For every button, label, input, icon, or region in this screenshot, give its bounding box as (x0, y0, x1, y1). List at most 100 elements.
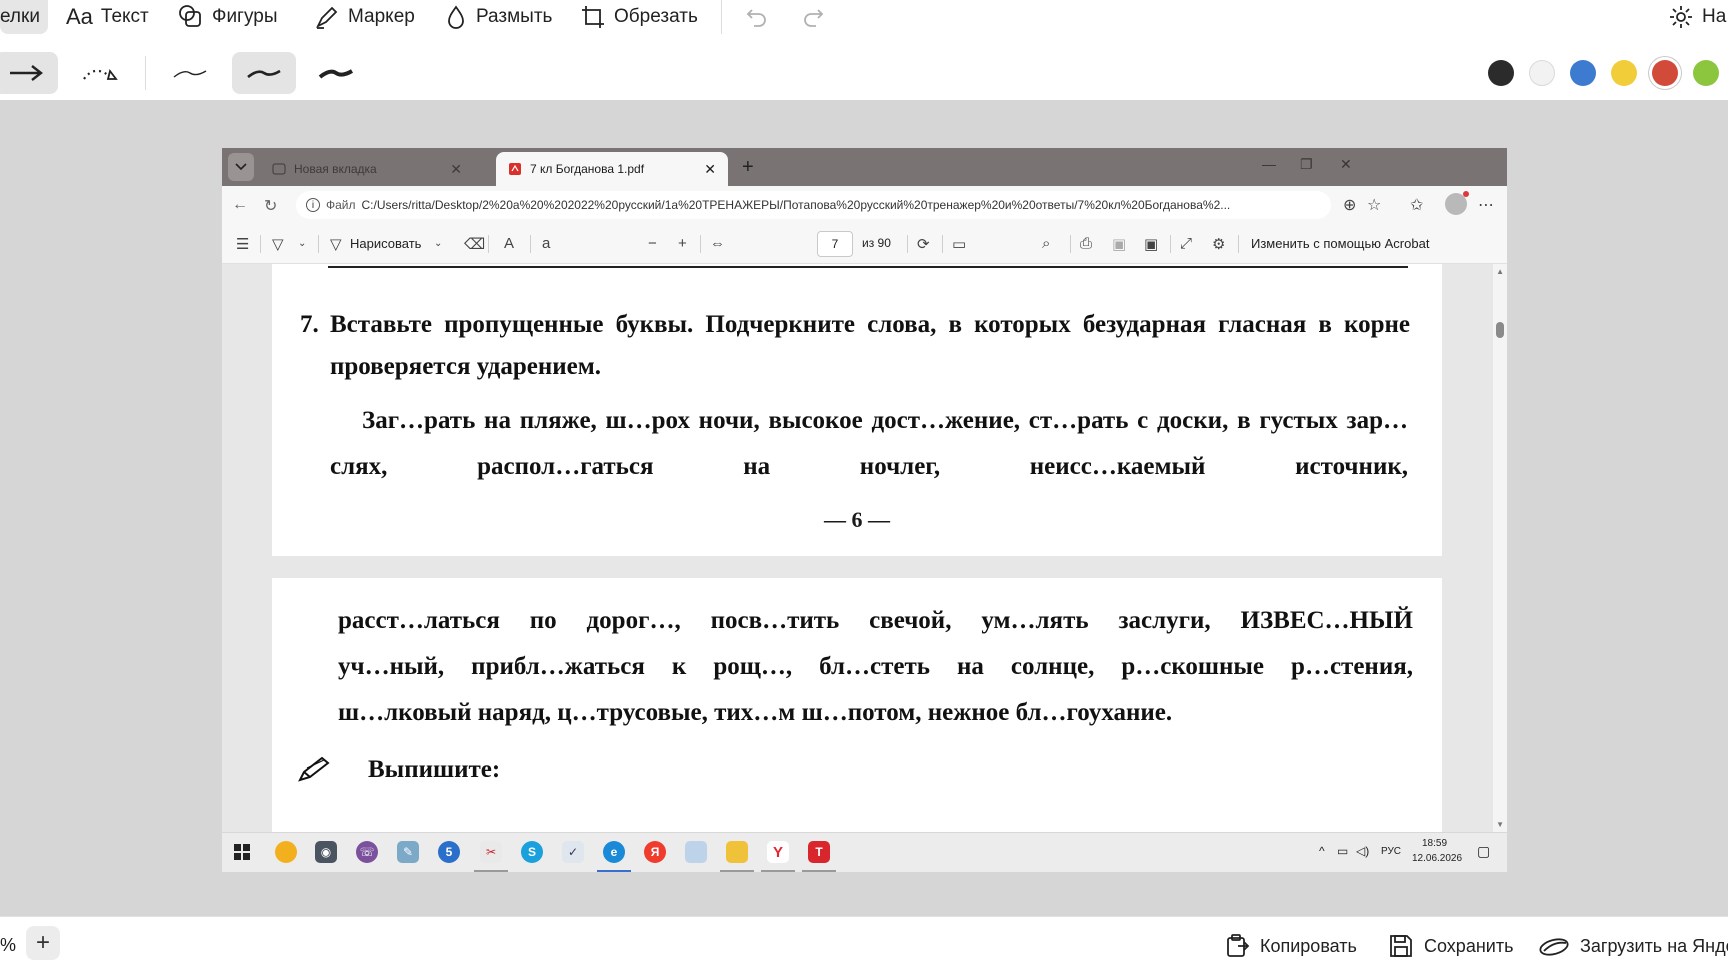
viber-icon[interactable]: ☏ (356, 841, 378, 863)
new-tab-page-icon (272, 163, 286, 175)
eraser-icon[interactable]: ⌫ (464, 235, 485, 253)
info-icon[interactable]: i (306, 198, 320, 212)
paint-icon[interactable]: ✎ (397, 841, 419, 863)
running-indicator (802, 870, 836, 872)
page-number-input[interactable]: 7 (817, 231, 853, 257)
save-as-icon[interactable]: ▣ (1144, 235, 1158, 253)
running-indicator (474, 870, 508, 872)
marker-tool-button[interactable]: Маркер (314, 0, 415, 34)
fullscreen-icon[interactable]: ⤢ (1180, 235, 1192, 252)
copy-button[interactable]: Копировать (1224, 929, 1357, 963)
search-icon[interactable]: ⌕ (1042, 235, 1050, 252)
zoom-in-icon[interactable]: + (678, 235, 687, 252)
print-icon[interactable]: ⎙ (1080, 235, 1092, 252)
color-black-swatch[interactable] (1488, 60, 1514, 86)
notifications-icon[interactable]: ▢ (1477, 843, 1490, 860)
thin-stroke-button[interactable] (158, 52, 222, 94)
battery-icon[interactable]: ▭ (1337, 844, 1348, 858)
shapes-tool-button[interactable]: Фигуры (178, 0, 278, 34)
minimize-button[interactable]: — (1262, 156, 1276, 172)
settings-button[interactable]: На (1668, 0, 1726, 34)
page-view-icon[interactable]: ▭ (952, 235, 966, 253)
window-close-button[interactable]: ✕ (1340, 156, 1352, 173)
volume-icon[interactable]: ◁) (1356, 844, 1369, 858)
contents-list-icon[interactable]: ☰ (236, 235, 249, 253)
scroll-up-icon[interactable]: ▲ (1496, 267, 1504, 276)
back-arrow-icon[interactable]: ← (232, 196, 248, 214)
chrome-icon[interactable] (275, 841, 297, 863)
dotted-arrow-style-button[interactable] (68, 52, 132, 94)
color-yellow-swatch[interactable] (1611, 60, 1637, 86)
chart-app-icon[interactable]: ✓ (562, 841, 584, 863)
windows-start-icon[interactable] (234, 844, 250, 860)
highlight-icon[interactable]: ▽ (272, 235, 284, 253)
read-aloud-icon[interactable]: A (504, 235, 514, 252)
yandex-browser-icon[interactable]: Y (767, 841, 789, 863)
edge-icon[interactable]: e (603, 841, 625, 863)
arrows-tool-label: елки (0, 6, 40, 27)
zoom-out-icon[interactable]: − (648, 235, 657, 252)
folder-icon[interactable] (726, 841, 748, 863)
arrow-style-button[interactable] (0, 52, 58, 94)
chevron-down-icon[interactable]: ⌄ (434, 238, 442, 249)
thick-stroke-icon (318, 69, 354, 79)
app-five-icon[interactable]: 5 (438, 841, 460, 863)
crop-tool-label: Обрезать (614, 6, 698, 27)
thick-stroke-button[interactable] (304, 52, 368, 94)
notepad-icon[interactable] (685, 841, 707, 863)
zoom-in-button[interactable]: + (26, 926, 60, 960)
gear-icon[interactable]: ⚙ (1212, 235, 1225, 253)
close-icon[interactable]: ✕ (704, 161, 716, 178)
text-tool-button[interactable]: Aa Текст (66, 0, 149, 34)
zoom-icon[interactable]: ⊕ (1343, 195, 1356, 215)
scroll-down-icon[interactable]: ▼ (1496, 820, 1504, 829)
tab-new-tab[interactable]: Новая вкладка ✕ (260, 152, 474, 186)
favorites-icon[interactable]: ✩ (1410, 195, 1423, 215)
save-button[interactable]: Сохранить (1388, 929, 1513, 963)
snipping-icon[interactable]: ✂ (480, 841, 502, 863)
new-tab-button[interactable]: + (742, 156, 754, 179)
color-blue-swatch[interactable] (1570, 60, 1596, 86)
close-icon[interactable]: ✕ (450, 161, 462, 178)
translate-icon[interactable]: a (542, 235, 550, 252)
fit-width-icon[interactable]: ⇔ (710, 235, 725, 252)
maximize-button[interactable]: ❐ (1300, 156, 1313, 173)
rotate-icon[interactable]: ⟳ (917, 235, 930, 253)
color-red-swatch[interactable] (1652, 60, 1678, 86)
write-out-label: Выпишите: (368, 756, 501, 783)
running-indicator (720, 870, 754, 872)
language-indicator[interactable]: РУС (1381, 846, 1401, 857)
save-icon[interactable]: ▣ (1112, 235, 1126, 253)
refresh-icon[interactable]: ↻ (264, 196, 277, 216)
pdf-page: 7. Вставьте пропущенные буквы. Подчеркни… (272, 264, 1442, 556)
tab-pdf[interactable]: 7 кл Богданова 1.pdf ✕ (496, 152, 728, 186)
medium-stroke-button[interactable] (232, 52, 296, 94)
crop-tool-button[interactable]: Обрезать (580, 0, 698, 34)
pdf-scrollbar[interactable]: ▲ ▼ (1493, 264, 1507, 832)
pdf-divider (1170, 235, 1171, 253)
upload-yandex-button[interactable]: Загрузить на Янде (1538, 929, 1728, 963)
chevron-down-icon[interactable]: ⌄ (298, 238, 306, 249)
blur-tool-button[interactable]: Размыть (444, 0, 552, 34)
url-field[interactable]: i Файл C:/Users/ritta/Desktop/2%20a%20%2… (296, 191, 1331, 219)
undo-button[interactable] (744, 0, 770, 34)
t-app-icon[interactable]: T (808, 841, 830, 863)
droplet-icon (448, 5, 464, 29)
pdf-divider (700, 235, 701, 253)
acrobat-button[interactable]: Изменить с помощью Acrobat (1251, 236, 1429, 251)
draw-label[interactable]: Нарисовать (350, 236, 421, 251)
skype-icon[interactable]: S (521, 841, 543, 863)
color-green-swatch[interactable] (1693, 60, 1719, 86)
more-menu-icon[interactable]: ⋯ (1478, 195, 1494, 215)
redo-button[interactable] (800, 0, 826, 34)
tray-chevron-icon[interactable]: ^ (1319, 844, 1325, 858)
avatar[interactable] (1445, 191, 1469, 215)
yandex-icon[interactable]: Я (644, 841, 666, 863)
arrows-tool-button[interactable]: елки (0, 0, 48, 34)
draw-pen-icon[interactable]: ▽ (330, 235, 342, 253)
favorite-star-icon[interactable]: ☆ (1367, 195, 1381, 215)
tab-actions-button[interactable] (228, 153, 254, 181)
camera-icon[interactable]: ◉ (315, 841, 337, 863)
scrollbar-thumb[interactable] (1496, 322, 1504, 338)
color-white-swatch[interactable] (1529, 60, 1555, 86)
